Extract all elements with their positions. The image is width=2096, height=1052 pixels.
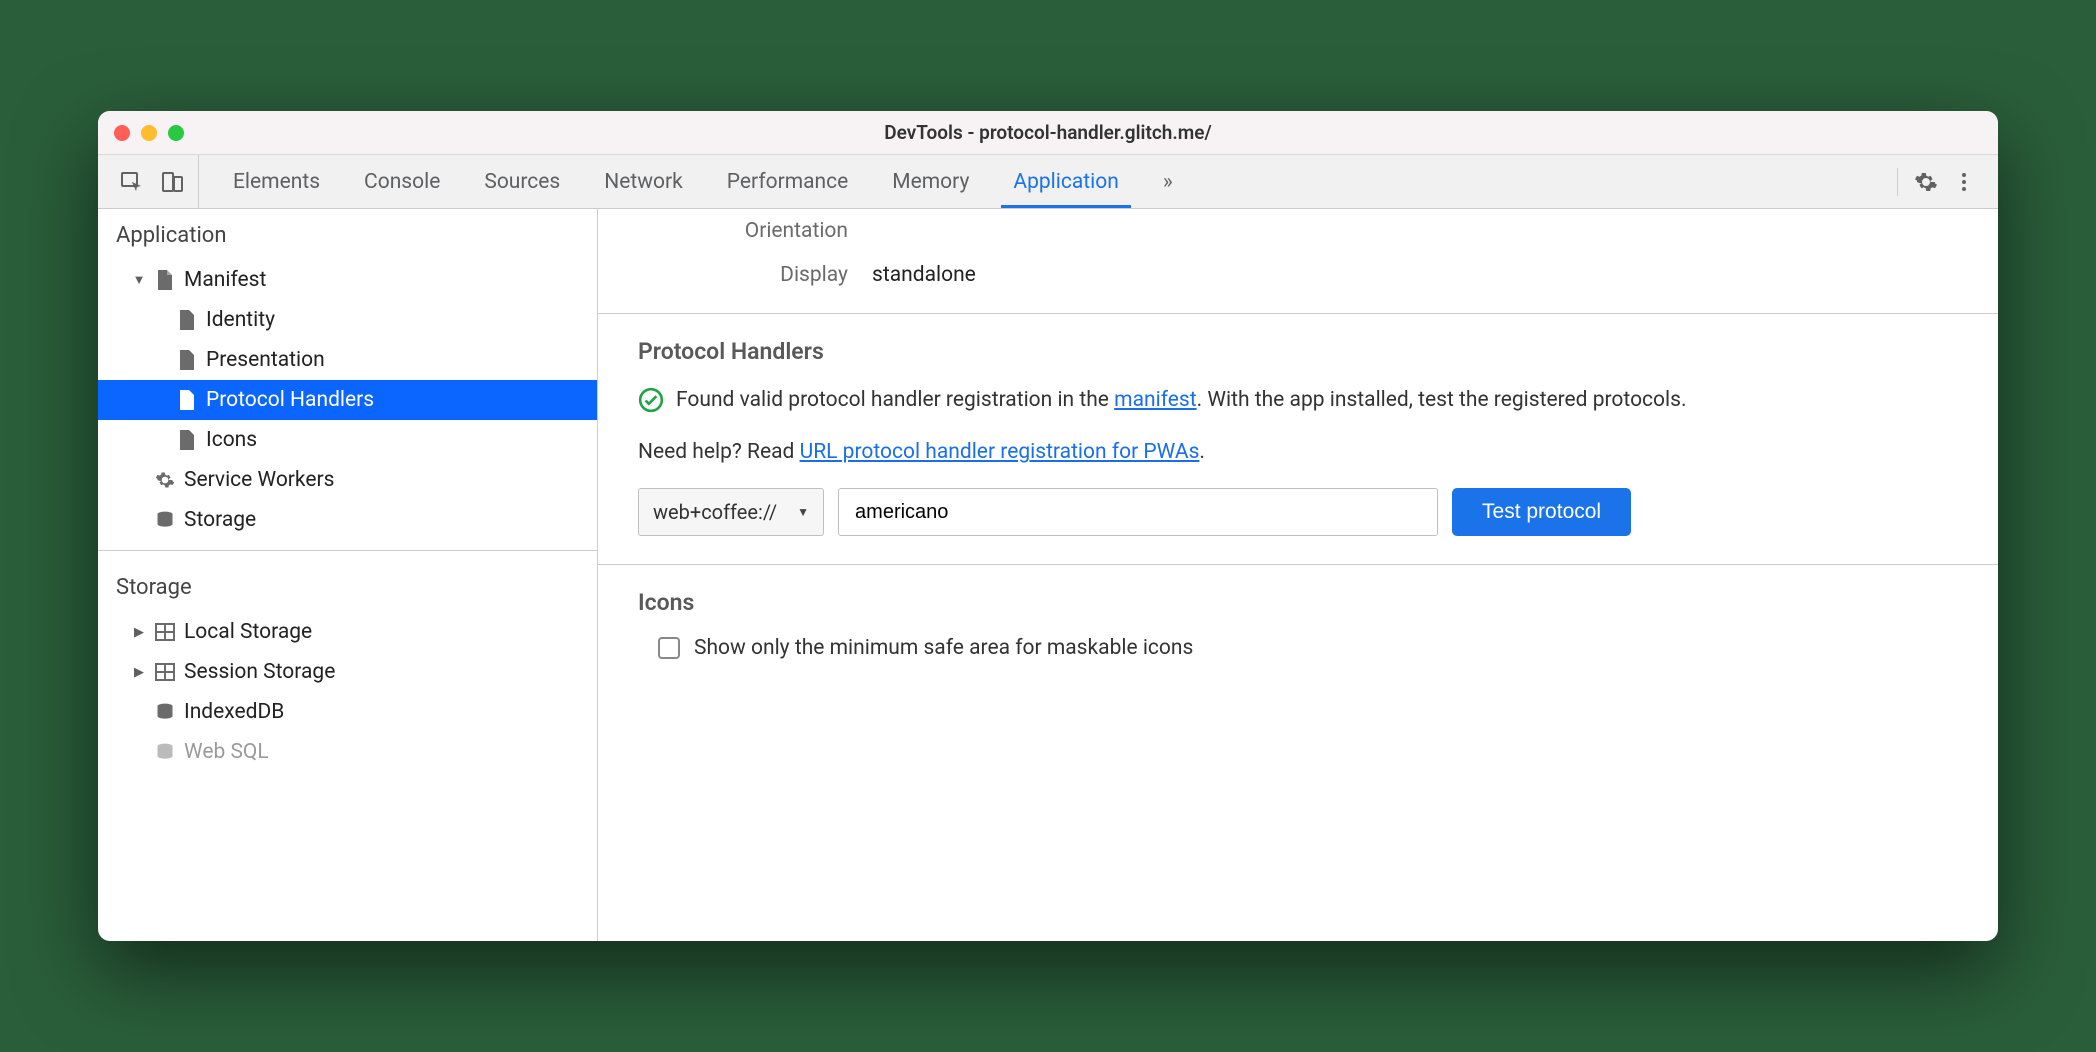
maskable-safe-area-checkbox[interactable] — [658, 637, 680, 659]
main-panel: Orientation Display standalone Protocol … — [598, 209, 1998, 941]
panel-tabs: Elements Console Sources Network Perform… — [211, 155, 1195, 208]
file-icon — [176, 309, 198, 331]
tab-sources[interactable]: Sources — [462, 155, 582, 208]
chevron-double-right-icon: » — [1163, 170, 1173, 194]
sidebar-item-label: Protocol Handlers — [206, 388, 374, 412]
titlebar: DevTools - protocol-handler.glitch.me/ — [98, 111, 1998, 155]
sidebar-item-websql[interactable]: Web SQL — [98, 732, 597, 772]
tab-network[interactable]: Network — [582, 155, 705, 208]
sidebar-item-label: Icons — [206, 428, 257, 452]
status-text: Found valid protocol handler registratio… — [676, 385, 1687, 415]
devtools-tabbar: Elements Console Sources Network Perform… — [98, 155, 1998, 209]
icons-panel: Icons Show only the minimum safe area fo… — [598, 565, 1998, 688]
sidebar-item-label: Service Workers — [184, 468, 334, 492]
inspect-element-icon[interactable] — [114, 164, 150, 200]
tab-overflow[interactable]: » — [1141, 155, 1195, 208]
chevron-down-icon: ▼ — [132, 272, 146, 288]
protocol-handler-help: Need help? Read URL protocol handler reg… — [638, 440, 1958, 464]
sidebar-item-label: IndexedDB — [184, 700, 284, 724]
chevron-right-icon: ▶ — [132, 665, 146, 680]
table-icon — [154, 621, 176, 643]
help-link[interactable]: URL protocol handler registration for PW… — [800, 440, 1200, 464]
sidebar-item-label: Storage — [184, 508, 256, 532]
sidebar-item-label: Local Storage — [184, 620, 312, 644]
divider — [1897, 168, 1898, 196]
maximize-window-button[interactable] — [168, 125, 184, 141]
table-icon — [154, 661, 176, 683]
protocol-handlers-title: Protocol Handlers — [638, 338, 1958, 365]
check-circle-icon — [638, 387, 664, 422]
database-icon — [154, 701, 176, 723]
test-protocol-button[interactable]: Test protocol — [1452, 488, 1631, 536]
sidebar-item-label: Session Storage — [184, 660, 335, 684]
manifest-orientation-row: Orientation — [598, 209, 1998, 253]
window-title: DevTools - protocol-handler.glitch.me/ — [98, 121, 1998, 144]
maskable-safe-area-row: Show only the minimum safe area for mask… — [638, 636, 1958, 660]
test-protocol-form: web+coffee:// ▼ Test protocol — [638, 488, 1958, 536]
gear-icon — [154, 469, 176, 491]
minimize-window-button[interactable] — [141, 125, 157, 141]
protocol-select-value: web+coffee:// — [653, 500, 777, 524]
file-icon — [176, 429, 198, 451]
sidebar-section-storage: Storage — [98, 561, 597, 612]
protocol-path-input[interactable] — [838, 488, 1438, 536]
protocol-handlers-panel: Protocol Handlers Found valid protocol h… — [598, 314, 1998, 564]
maskable-safe-area-label: Show only the minimum safe area for mask… — [694, 636, 1193, 660]
tabbar-left-tools — [106, 155, 199, 208]
tab-application[interactable]: Application — [991, 155, 1140, 208]
sidebar-item-label: Presentation — [206, 348, 325, 372]
sidebar-item-service-workers[interactable]: Service Workers — [98, 460, 597, 500]
traffic-lights — [114, 125, 184, 141]
tab-performance[interactable]: Performance — [705, 155, 870, 208]
protocol-handler-status: Found valid protocol handler registratio… — [638, 385, 1958, 422]
sidebar-item-label: Web SQL — [184, 740, 269, 764]
body: Application ▼ Manifest Identity Presenta… — [98, 209, 1998, 941]
file-icon — [154, 269, 176, 291]
sidebar-item-icons[interactable]: Icons — [98, 420, 597, 460]
device-toolbar-icon[interactable] — [154, 164, 190, 200]
database-icon — [154, 509, 176, 531]
sidebar-section-application: Application — [98, 209, 597, 260]
manifest-link[interactable]: manifest — [1114, 388, 1196, 412]
close-window-button[interactable] — [114, 125, 130, 141]
icons-title: Icons — [638, 589, 1958, 616]
tabbar-right — [1889, 155, 1990, 208]
chevron-down-icon: ▼ — [797, 505, 809, 519]
manifest-display-row: Display standalone — [598, 253, 1998, 313]
devtools-window: DevTools - protocol-handler.glitch.me/ E… — [98, 111, 1998, 941]
sidebar-item-label: Identity — [206, 308, 275, 332]
file-icon — [176, 349, 198, 371]
sidebar-item-session-storage[interactable]: ▶ Session Storage — [98, 652, 597, 692]
display-label: Display — [638, 263, 848, 287]
sidebar-item-storage[interactable]: Storage — [98, 500, 597, 540]
sidebar-item-local-storage[interactable]: ▶ Local Storage — [98, 612, 597, 652]
settings-gear-icon[interactable] — [1908, 164, 1944, 200]
application-sidebar: Application ▼ Manifest Identity Presenta… — [98, 209, 598, 941]
tab-memory[interactable]: Memory — [870, 155, 991, 208]
sidebar-item-identity[interactable]: Identity — [98, 300, 597, 340]
database-icon — [154, 741, 176, 763]
orientation-label: Orientation — [638, 219, 848, 243]
sidebar-item-presentation[interactable]: Presentation — [98, 340, 597, 380]
sidebar-item-manifest[interactable]: ▼ Manifest — [98, 260, 597, 300]
protocol-select[interactable]: web+coffee:// ▼ — [638, 488, 824, 536]
tab-elements[interactable]: Elements — [211, 155, 342, 208]
display-value: standalone — [872, 263, 976, 287]
file-icon — [176, 389, 198, 411]
divider — [98, 550, 597, 551]
chevron-right-icon: ▶ — [132, 625, 146, 640]
sidebar-item-protocol-handlers[interactable]: Protocol Handlers — [98, 380, 597, 420]
sidebar-item-label: Manifest — [184, 268, 266, 292]
sidebar-item-indexeddb[interactable]: IndexedDB — [98, 692, 597, 732]
more-menu-icon[interactable] — [1946, 164, 1982, 200]
tab-console[interactable]: Console — [342, 155, 462, 208]
